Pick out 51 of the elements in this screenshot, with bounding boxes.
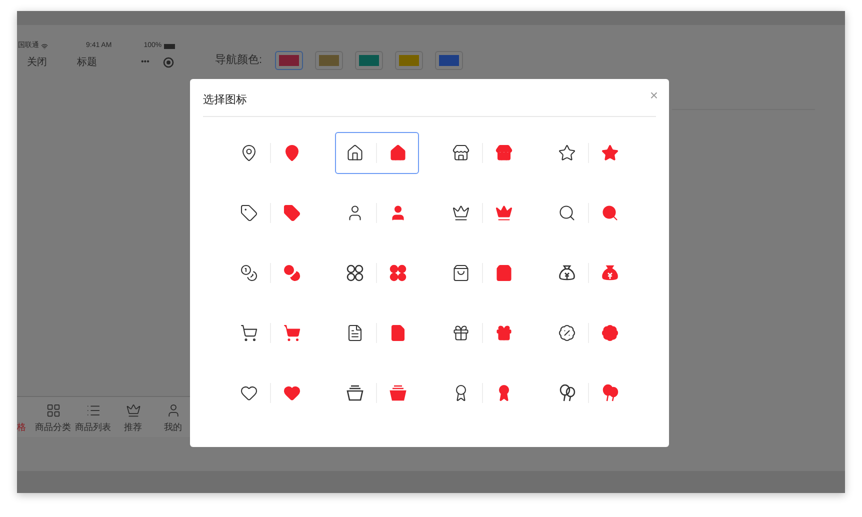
nav-color-label: 导航颜色: — [215, 52, 262, 68]
icon-option[interactable] — [334, 132, 419, 174]
balloons-icon — [600, 384, 619, 402]
heart-icon — [240, 384, 258, 402]
money-bag-icon — [600, 264, 619, 282]
close-button[interactable]: × — [650, 85, 658, 106]
house-icon — [389, 144, 408, 162]
tab-bar-item[interactable]: 格 — [17, 397, 33, 437]
battery-icon — [164, 44, 175, 48]
star-icon — [600, 144, 619, 162]
bowl-icon — [346, 384, 364, 402]
tab-bar-item[interactable]: 我的 — [153, 397, 193, 437]
crown-icon — [494, 204, 513, 222]
map-pin-icon — [240, 144, 258, 162]
star-icon — [558, 144, 576, 162]
crown-icon — [126, 402, 140, 418]
tab-bar-item[interactable]: 商品分类 — [33, 397, 73, 437]
four-circles-icon — [346, 264, 364, 282]
user-icon — [166, 402, 180, 418]
cart-icon — [240, 324, 258, 342]
cart-icon — [283, 324, 302, 342]
tag-icon — [240, 204, 258, 222]
tab-bar-item[interactable]: 商品列表 — [73, 397, 113, 437]
gift-icon — [452, 324, 470, 342]
target-icon — [163, 56, 174, 68]
house-icon — [346, 144, 364, 162]
color-swatch[interactable] — [315, 51, 344, 70]
dialog-title: 选择图标 — [203, 93, 247, 108]
store-icon — [452, 144, 470, 162]
tag-icon — [283, 204, 302, 222]
color-swatch[interactable] — [355, 51, 384, 70]
gift-icon — [494, 324, 513, 342]
color-swatch[interactable] — [435, 51, 464, 70]
balloons-icon — [558, 384, 576, 402]
store-icon — [494, 144, 513, 162]
map-pin-icon — [283, 144, 302, 162]
money-bag-icon — [558, 264, 576, 282]
color-swatch[interactable] — [395, 51, 424, 70]
crown-icon — [452, 204, 470, 222]
page-title: 标题 — [77, 56, 97, 70]
four-circles-icon — [389, 264, 408, 282]
tab-bar-item[interactable]: 推荐 — [113, 397, 153, 437]
wifi-icon — [41, 42, 48, 50]
more-button[interactable]: ••• — [141, 56, 150, 68]
close-link[interactable]: 关闭 — [27, 54, 47, 70]
heart-icon — [283, 384, 302, 402]
bowl-icon — [389, 384, 408, 402]
grid-icon — [46, 402, 60, 418]
color-swatch[interactable] — [275, 51, 304, 70]
search-icon — [600, 204, 619, 222]
search-icon — [558, 204, 576, 222]
